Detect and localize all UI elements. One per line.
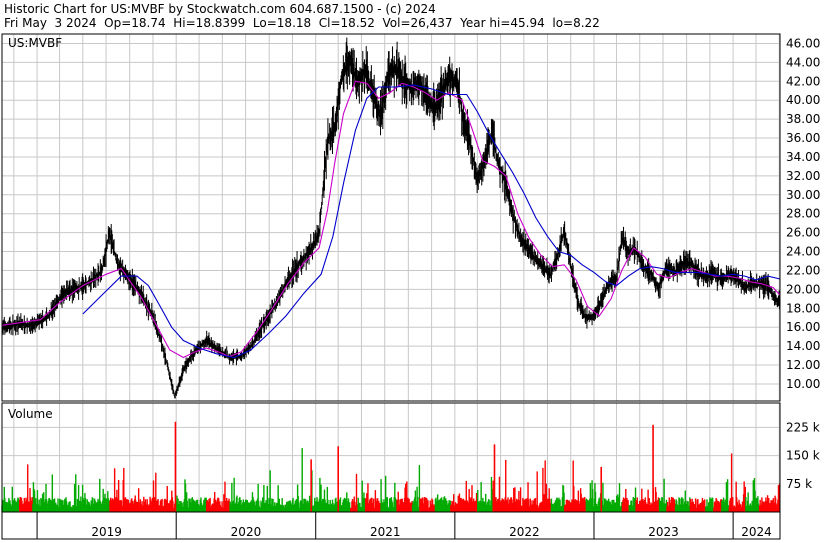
price-tick-label: 22.00 xyxy=(786,263,820,277)
price-tick-label: 42.00 xyxy=(786,74,820,88)
volume-tick-label: 225 k xyxy=(786,420,820,434)
price-tick-label: 38.00 xyxy=(786,112,820,126)
price-tick-label: 36.00 xyxy=(786,131,820,145)
year-label: 2022 xyxy=(509,525,540,539)
price-tick-label: 18.00 xyxy=(786,301,820,315)
year-label: 2020 xyxy=(231,525,262,539)
price-tick-label: 32.00 xyxy=(786,169,820,183)
price-tick-label: 34.00 xyxy=(786,150,820,164)
price-tick-label: 16.00 xyxy=(786,320,820,334)
axis-labels: 10.00 12.00 14.00 16.00 18.00 20.00 22.00 24.00… xyxy=(91,36,820,539)
year-label: 2019 xyxy=(91,525,122,539)
symbol-label: US:MVBF xyxy=(8,36,62,50)
price-tick-label: 46.00 xyxy=(786,36,820,50)
price-tick-label: 30.00 xyxy=(786,188,820,202)
stock-chart: 10.00 12.00 14.00 16.00 18.00 20.00 22.00 24.00… xyxy=(1,33,820,540)
year-label: 2024 xyxy=(741,525,772,539)
price-tick-label: 24.00 xyxy=(786,245,820,259)
volume-label: Volume xyxy=(8,407,53,421)
price-tick-label: 44.00 xyxy=(786,55,820,69)
price-tick-label: 40.00 xyxy=(786,93,820,107)
year-label: 2021 xyxy=(370,525,401,539)
price-tick-label: 26.00 xyxy=(786,226,820,240)
price-tick-label: 20.00 xyxy=(786,282,820,296)
price-tick-label: 28.00 xyxy=(786,207,820,221)
volume-tick-label: 150 k xyxy=(786,449,820,463)
price-tick-label: 10.00 xyxy=(786,377,820,391)
price-tick-label: 12.00 xyxy=(786,358,820,372)
price-tick-label: 14.00 xyxy=(786,339,820,353)
year-label: 2023 xyxy=(648,525,679,539)
volume-tick-label: 75 k xyxy=(786,477,812,491)
